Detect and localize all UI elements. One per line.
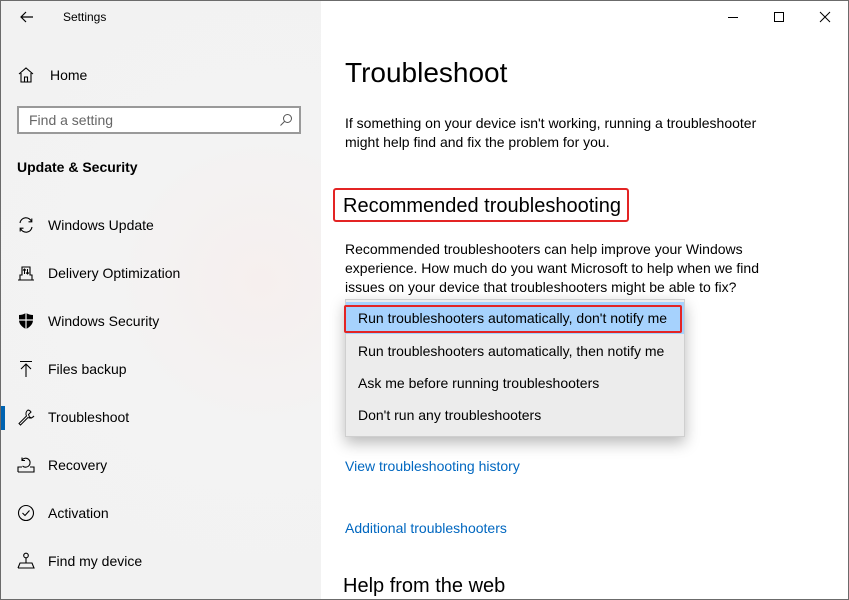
sync-icon [19, 217, 33, 233]
home-label: Home [50, 67, 88, 83]
option-label: Run troubleshooters automatically, then … [358, 343, 665, 359]
recommended-heading: Recommended troubleshooting [343, 195, 621, 217]
sidebar-item-label: Windows Security [48, 313, 160, 329]
sidebar-nav: Windows Update Delivery Optimization Win… [1, 202, 321, 586]
sidebar-item-windows-security[interactable]: Windows Security [1, 298, 321, 346]
sidebar-item-label: Recovery [48, 457, 108, 473]
intro-text: If something on your device isn't workin… [345, 115, 757, 150]
window-controls [710, 1, 848, 33]
sidebar-item-label: Delivery Optimization [48, 265, 181, 281]
section-label: Update & Security [17, 159, 138, 175]
maximize-button[interactable] [756, 1, 802, 33]
option-label: Ask me before running troubleshooters [358, 375, 600, 391]
troubleshooter-preference-dropdown[interactable]: Run troubleshooters automatically, don't… [344, 299, 685, 437]
title-bar: Settings [1, 1, 321, 33]
minimize-icon [728, 17, 738, 18]
recovery-icon [17, 457, 35, 473]
option-label: Run troubleshooters automatically, don't… [358, 310, 668, 326]
sidebar-item-files-backup[interactable]: Files backup [1, 346, 321, 394]
help-from-web-heading: Help from the web [343, 575, 506, 597]
sidebar-item-activation[interactable]: Activation [1, 490, 321, 538]
dropdown-option[interactable]: Ask me before running troubleshooters [346, 367, 684, 399]
close-icon [819, 11, 831, 23]
shield-icon [19, 313, 33, 329]
option-label: Don't run any troubleshooters [358, 407, 542, 423]
additional-troubleshooters-link[interactable]: Additional troubleshooters [345, 520, 507, 536]
sidebar-item-label: Files backup [48, 361, 127, 377]
app-title: Settings [63, 10, 107, 24]
sidebar-item-label: Find my device [48, 553, 143, 569]
check-circle-icon [17, 504, 35, 522]
sidebar-item-label: Windows Update [48, 217, 154, 233]
settings-window: Settings Home Update & Security Windows [0, 0, 849, 600]
delivery-optimization-icon [18, 266, 34, 281]
sidebar: Settings Home Update & Security Windows [1, 1, 321, 599]
page-title: Troubleshoot [345, 57, 508, 88]
back-button[interactable] [15, 5, 39, 29]
sidebar-item-label: Troubleshoot [48, 409, 130, 425]
sidebar-item-delivery-optimization[interactable]: Delivery Optimization [1, 250, 321, 298]
find-device-icon [17, 552, 35, 569]
sidebar-item-recovery[interactable]: Recovery [1, 442, 321, 490]
minimize-button[interactable] [710, 1, 756, 33]
upload-arrow-icon [20, 360, 32, 377]
dropdown-option[interactable]: Run troubleshooters automatically, don't… [344, 302, 684, 334]
main-content: Troubleshoot If something on your device… [321, 1, 848, 599]
wrench-icon [18, 409, 35, 426]
sidebar-item-troubleshoot[interactable]: Troubleshoot [1, 394, 321, 442]
dropdown-option[interactable]: Don't run any troubleshooters [346, 399, 684, 431]
recommended-description: Recommended troubleshooters can help imp… [345, 241, 759, 295]
search-box[interactable] [17, 106, 301, 134]
close-button[interactable] [802, 1, 848, 33]
view-history-link[interactable]: View troubleshooting history [345, 458, 520, 474]
sidebar-item-find-my-device[interactable]: Find my device [1, 538, 321, 586]
dropdown-option[interactable]: Run troubleshooters automatically, then … [346, 335, 684, 367]
search-input[interactable] [19, 111, 271, 129]
home-link[interactable]: Home [17, 63, 87, 87]
home-icon [18, 67, 34, 83]
maximize-icon [774, 12, 784, 22]
search-icon[interactable] [279, 113, 293, 127]
sidebar-item-windows-update[interactable]: Windows Update [1, 202, 321, 250]
back-arrow-icon [20, 11, 33, 23]
sidebar-item-label: Activation [48, 505, 109, 521]
